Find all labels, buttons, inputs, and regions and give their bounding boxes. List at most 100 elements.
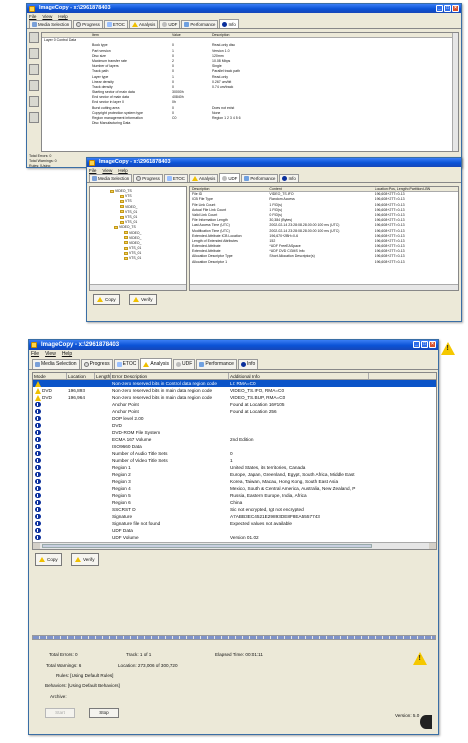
table-row[interactable]: UDF Data	[33, 527, 436, 534]
column-header-error-description[interactable]: Error Description	[111, 373, 229, 379]
table-row[interactable]: SSCRST D Sic not encrypted, Igt not encry…	[33, 506, 436, 513]
tab-media-selection[interactable]: Media Selection	[32, 359, 80, 369]
verify-tab-button[interactable]: Verify	[129, 294, 157, 305]
tab-analysis[interactable]: Analysis	[128, 20, 159, 28]
column-header[interactable]: Content	[269, 187, 374, 191]
vertical-scrollbar[interactable]	[452, 33, 458, 151]
tab-udf[interactable]: UDF	[173, 359, 196, 369]
tree-node[interactable]: VTS_01	[90, 256, 186, 261]
toolbar-button[interactable]	[29, 112, 39, 123]
scroll-right-arrow[interactable]	[429, 543, 436, 549]
table-row[interactable]: ISO9660 Data	[33, 443, 436, 450]
menu-view[interactable]: View	[42, 13, 52, 20]
window-control-data-titlebar[interactable]: ImageCopy - x:\2961878403 _ □ ×	[27, 4, 461, 13]
table-row[interactable]: Region 2 Europe, Japan, Greenland, Egypt,…	[33, 471, 436, 478]
close-button[interactable]: ×	[452, 5, 459, 12]
window-udf-titlebar[interactable]: ImageCopy - x:\2961878403	[87, 158, 461, 167]
tab-media-selection[interactable]: Media Selection	[89, 174, 133, 182]
tab-media-selection[interactable]: Media Selection	[29, 20, 73, 28]
column-header-additional-info[interactable]: Additional Info	[229, 373, 369, 379]
tab-analysis[interactable]: Analysis	[140, 358, 173, 369]
table-row[interactable]: Region 1 United States, its territories, …	[33, 464, 436, 471]
stop-button[interactable]: Stop	[89, 708, 119, 718]
menu-view[interactable]: View	[45, 350, 56, 359]
tab-analysis[interactable]: Analysis	[188, 174, 219, 182]
tab-etoc[interactable]: ETOC	[113, 359, 140, 369]
toolbar-button[interactable]	[29, 80, 39, 91]
table-row[interactable]: Region 4 Mexico, South & Central America,…	[33, 485, 436, 492]
maximize-button[interactable]: □	[444, 5, 451, 12]
table-row[interactable]: Region 6 China	[33, 499, 436, 506]
menu-help[interactable]: Help	[62, 350, 72, 359]
disc-icon	[176, 362, 182, 367]
tab-etoc[interactable]: ETOC	[103, 20, 128, 28]
tab-performance[interactable]: Performance	[181, 20, 219, 28]
copy-tab-button[interactable]: Copy	[93, 294, 120, 305]
table-row[interactable]: Anchor Point Found at Location 16#105	[33, 401, 436, 408]
table-row[interactable]: Number of Video Title Sets 1	[33, 457, 436, 464]
table-row[interactable]: Region 3 Korea, Taiwan, Macau, Hong Kong,…	[33, 478, 436, 485]
minimize-button[interactable]: _	[436, 5, 443, 12]
additional-info-cell: Version 01.02	[230, 535, 259, 540]
table-row[interactable]: Disc Manufacturing Data	[42, 121, 458, 126]
start-button[interactable]: Start	[45, 708, 75, 718]
column-header[interactable]: Description	[190, 187, 269, 191]
scroll-left-arrow[interactable]	[33, 543, 40, 549]
table-row[interactable]: DOP level 2.00	[33, 415, 436, 422]
table-row[interactable]: DVD-ROM File System	[33, 429, 436, 436]
tab-udf[interactable]: UDF	[159, 20, 181, 28]
column-header[interactable]: Description	[212, 33, 332, 37]
scroll-thumb[interactable]	[42, 544, 372, 548]
tab-performance[interactable]: Performance	[241, 174, 279, 182]
folder-icon	[124, 236, 128, 240]
maximize-button[interactable]: □	[421, 341, 428, 348]
close-button[interactable]: ×	[429, 341, 436, 348]
column-header-location[interactable]: Location	[67, 373, 95, 379]
table-row[interactable]: DVD 196,893 Non-zero reserved bits in main…	[33, 387, 436, 394]
column-header[interactable]: Item	[42, 33, 172, 37]
column-header[interactable]: Location:Pos, Length=Partition:LBN	[375, 187, 458, 191]
toolbar-button[interactable]	[29, 48, 39, 59]
tab-progress[interactable]: Progress	[80, 359, 113, 369]
copy-tab-button[interactable]: Copy	[35, 553, 62, 566]
tab-info[interactable]: Info	[219, 19, 239, 28]
toolbar-button[interactable]	[29, 64, 39, 75]
window-analysis-titlebar[interactable]: ImageCopy - x:\2961878403 _ □ ×	[29, 340, 438, 350]
menu-file[interactable]: File	[31, 350, 39, 359]
location-cell	[67, 380, 95, 387]
table-row[interactable]: Allocation Descriptor 1 196,608+2TT=0-13	[190, 260, 458, 265]
toolbar-button[interactable]	[29, 32, 39, 43]
table-row[interactable]: Region 5 Russia, Eastern Europe, India, A…	[33, 492, 436, 499]
horizontal-scrollbar[interactable]	[190, 284, 458, 290]
tab-info[interactable]: Info	[237, 359, 259, 369]
table-row[interactable]: DVD 196,964 Non-zero reserved bits in main…	[33, 394, 436, 401]
menu-file[interactable]: File	[89, 167, 96, 174]
tab-progress[interactable]: Progress	[133, 174, 163, 182]
tab-progress[interactable]: Progress	[73, 20, 103, 28]
horizontal-scrollbar[interactable]	[33, 542, 436, 549]
table-row[interactable]: DVD	[33, 422, 436, 429]
toolbar-button[interactable]	[29, 96, 39, 107]
menu-help[interactable]: Help	[118, 167, 127, 174]
tab-performance[interactable]: Performance	[196, 359, 237, 369]
minimize-button[interactable]: _	[413, 341, 420, 348]
table-row[interactable]: Number of Audio Title Sets 0	[33, 450, 436, 457]
column-header-length[interactable]: Length	[95, 373, 111, 379]
menu-help[interactable]: Help	[58, 13, 67, 20]
menu-view[interactable]: View	[102, 167, 112, 174]
folder-icon	[120, 194, 124, 198]
table-row[interactable]: Signature A7ABB3EC4521E29893DE8F8EA555774…	[33, 513, 436, 520]
table-row[interactable]: Anchor Point Found at Location 256	[33, 408, 436, 415]
table-row[interactable]: ECMA 167 Volume 2nd Edition	[33, 436, 436, 443]
table-row[interactable]: UDF Volume Version 01.02	[33, 534, 436, 541]
tab-info[interactable]: Info	[279, 174, 299, 182]
tab-udf[interactable]: UDF	[219, 173, 241, 182]
menu-file[interactable]: File	[29, 13, 36, 20]
tab-etoc[interactable]: ETOC	[163, 174, 188, 182]
table-row[interactable]: Non-zero reserved bits in Control data r…	[33, 380, 436, 387]
verify-tab-button[interactable]: Verify	[71, 553, 99, 566]
column-header[interactable]: Value	[172, 33, 212, 37]
column-header-mode[interactable]: Mode	[33, 373, 67, 379]
table-row[interactable]: Signature file not found Expected values …	[33, 520, 436, 527]
horizontal-scrollbar[interactable]	[90, 284, 186, 290]
